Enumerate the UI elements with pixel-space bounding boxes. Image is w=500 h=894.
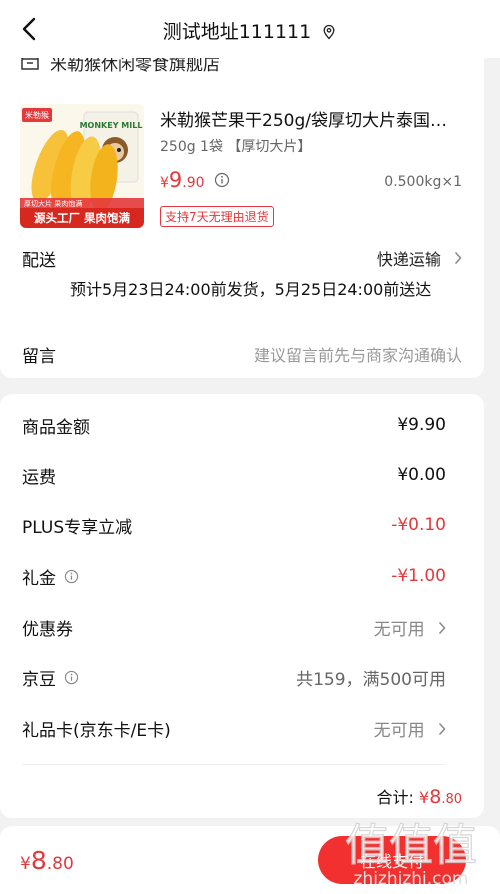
price-decimal: .90 — [182, 175, 205, 191]
gift-money-label-text: 礼金 — [22, 568, 56, 589]
total-integer: 8 — [429, 786, 442, 808]
address-title-text: 测试地址111111 — [162, 21, 312, 43]
jingdou-label-text: 京豆 — [22, 669, 56, 690]
return-policy-badge: 支持7天无理由退货 — [160, 206, 274, 227]
chevron-right-icon — [438, 621, 446, 634]
jingdou-value: 共159，满500可用 — [296, 669, 446, 690]
divider — [22, 764, 446, 765]
price-integer: 9 — [168, 168, 183, 192]
gift-card-value: 无可用 — [374, 716, 446, 741]
summary-row-jingdou: 京豆 共159，满500可用 — [22, 662, 446, 692]
watermark-text: 值值值 — [345, 820, 477, 871]
info-icon[interactable] — [64, 670, 79, 685]
product-weight: 0.500kg×1 — [384, 174, 462, 190]
shipping-method[interactable]: 快递运输 — [377, 246, 462, 270]
watermark-site: zhizhizhi.com — [354, 869, 469, 889]
location-pin-icon — [323, 24, 335, 40]
summary-row-coupon[interactable]: 优惠券 无可用 — [22, 612, 446, 642]
checkout-price-integer: 8 — [30, 846, 47, 875]
note-input[interactable]: 建议留言前先与商家沟通确认 — [254, 342, 462, 366]
info-icon[interactable] — [64, 569, 79, 584]
coupon-value-text: 无可用 — [373, 619, 425, 640]
shipping-label: 配送 — [22, 251, 56, 271]
coupon-label: 优惠券 — [22, 619, 73, 640]
product-spec: 250g 1袋 【厚切大片】 — [160, 139, 312, 155]
goods-amount-value: ¥9.90 — [397, 415, 446, 435]
brand-logo-text: 米勒猴 — [25, 110, 49, 120]
product-title[interactable]: 米勒猴芒果干250g/袋厚切大片泰国风味果脯 — [160, 106, 460, 131]
shipping-method-text: 快递运输 — [376, 250, 441, 269]
chevron-right-icon — [438, 722, 446, 735]
corner-text: 厚切大片 果肉饱满 — [24, 199, 82, 208]
address-title[interactable]: 测试地址111111 — [0, 17, 500, 44]
plus-discount-label: PLUS专享立减 — [22, 517, 133, 538]
gift-card-value-text: 无可用 — [373, 720, 425, 741]
price-symbol: ¥ — [160, 175, 169, 191]
freight-value: ¥0.00 — [397, 465, 446, 485]
info-icon[interactable] — [214, 172, 230, 188]
total-amount: ¥8.80 — [419, 786, 462, 808]
gift-money-label: 礼金 — [22, 564, 79, 589]
total-label: 合计: — [376, 788, 414, 807]
top-bar: 测试地址111111 — [0, 0, 500, 58]
pack-text: MONKEY MILL — [80, 121, 143, 130]
plus-discount-value: -¥0.10 — [391, 515, 446, 535]
summary-row-goods: 商品金额 ¥9.90 — [22, 410, 446, 440]
summary-row-plus: PLUS专享立减 -¥0.10 — [22, 510, 446, 540]
order-item-card: 米勒猴休闲零食旗舰店 米勒猴 MONKEY MILL 厚切大片 果肉饱满 源头工… — [0, 40, 484, 378]
total-symbol: ¥ — [419, 788, 430, 807]
gift-money-value: -¥1.00 — [391, 566, 446, 586]
freight-label: 运费 — [22, 467, 56, 488]
total-decimal: .80 — [441, 792, 462, 807]
checkout-price: ¥8.80 — [20, 846, 74, 875]
goods-amount-label: 商品金额 — [22, 417, 90, 438]
order-total: 合计: ¥8.80 — [377, 784, 462, 808]
summary-row-gift-card[interactable]: 礼品卡(京东卡/E卡) 无可用 — [22, 713, 446, 743]
banner-text: 源头工厂 果肉饱满 — [33, 211, 131, 225]
checkout-price-symbol: ¥ — [20, 854, 31, 874]
product-image[interactable]: 米勒猴 MONKEY MILL 厚切大片 果肉饱满 源头工厂 果肉饱满 — [20, 104, 144, 228]
gift-card-label: 礼品卡(京东卡/E卡) — [22, 720, 171, 741]
shipping-estimate: 预计5月23日24:00前发货，5月25日24:00前送达 — [70, 280, 432, 299]
checkout-price-decimal: .80 — [46, 854, 74, 874]
jingdou-label: 京豆 — [22, 665, 79, 690]
chevron-right-icon — [454, 251, 462, 265]
product-price: ¥9.90 — [160, 168, 205, 192]
watermark-logo: 值值值 zhizhizhi.com — [344, 819, 477, 889]
price-summary-card: 商品金额 ¥9.90 运费 ¥0.00 PLUS专享立减 -¥0.10 礼金 -… — [0, 394, 484, 818]
summary-row-freight: 运费 ¥0.00 — [22, 460, 446, 490]
note-label: 留言 — [22, 347, 56, 367]
coupon-value: 无可用 — [374, 615, 446, 640]
summary-row-gift-money: 礼金 -¥1.00 — [22, 561, 446, 591]
